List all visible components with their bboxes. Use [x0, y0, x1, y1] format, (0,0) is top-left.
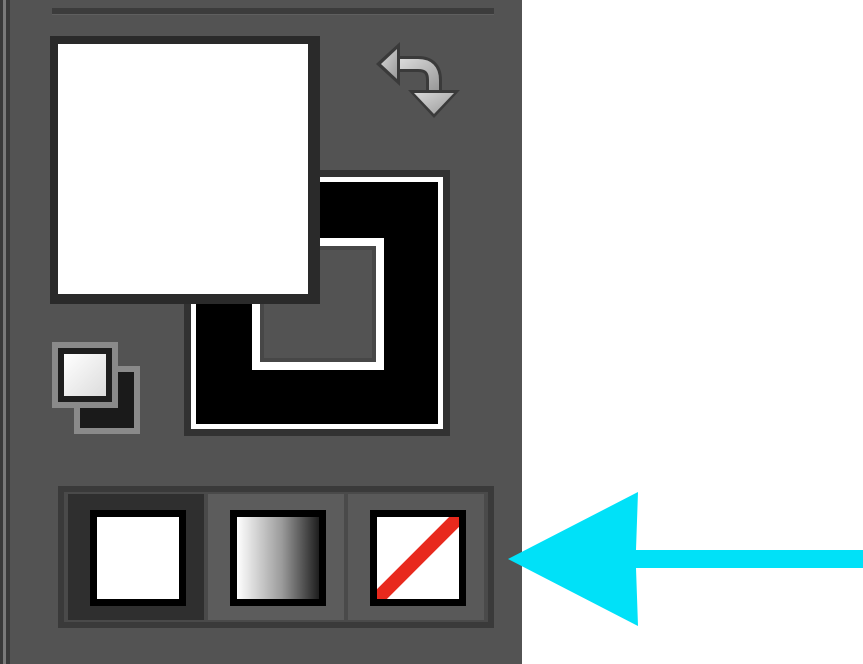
swap-colors-button[interactable] [372, 36, 460, 122]
panel-divider [52, 8, 494, 15]
gradient-icon [237, 517, 319, 599]
fill-color-swatch[interactable] [50, 36, 320, 304]
default-colors-button[interactable] [50, 340, 142, 436]
fill-swatch-color [58, 44, 308, 294]
solid-color-icon [97, 517, 179, 599]
annotation-arrow-icon [508, 492, 863, 626]
default-fill-square-fill [64, 354, 106, 396]
none-slash-icon [377, 517, 459, 599]
screenshot-stage [0, 0, 863, 664]
color-mode-frame [90, 510, 186, 606]
none-mode-frame [370, 510, 466, 606]
window-left-edge-line [3, 0, 6, 664]
window-left-edge [0, 0, 10, 664]
color-mode-button[interactable] [68, 494, 204, 620]
gradient-mode-frame [230, 510, 326, 606]
gradient-mode-button[interactable] [208, 494, 344, 620]
none-mode-button[interactable] [348, 494, 484, 620]
swap-arrows-icon [376, 42, 460, 118]
none-icon [377, 517, 459, 599]
